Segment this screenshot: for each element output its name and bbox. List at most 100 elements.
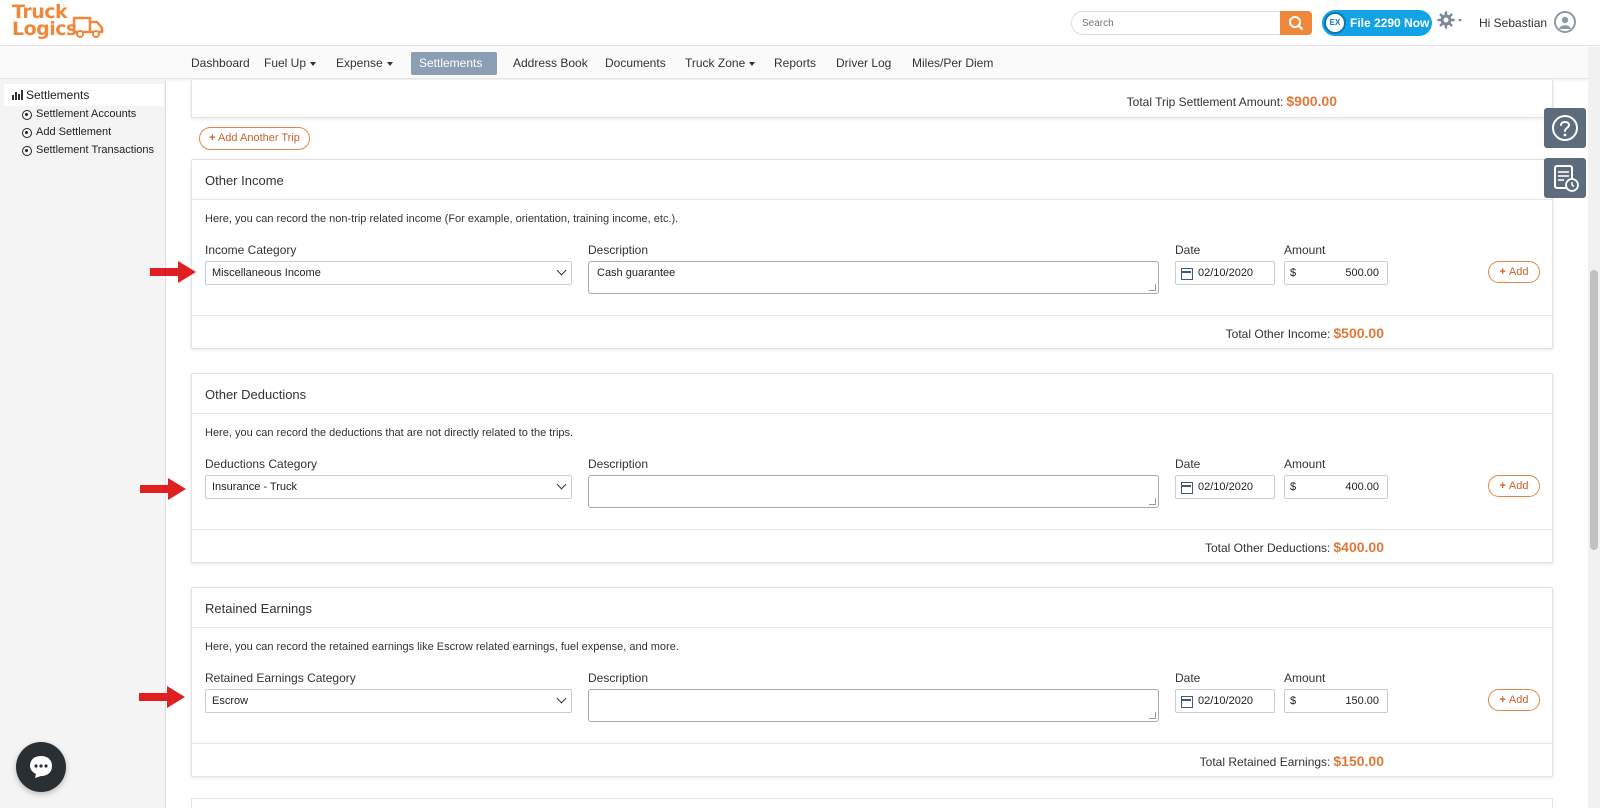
add-another-trip-label: Add Another Trip <box>217 132 300 144</box>
red-arrow-icon <box>150 261 196 283</box>
category-label: Deductions Category <box>205 457 318 471</box>
section-description: Here, you can record the retained earnin… <box>205 641 679 653</box>
search-button[interactable] <box>1280 11 1312 35</box>
nav-label: Settlements <box>419 56 483 70</box>
trip-total-value: $900.00 <box>1286 93 1337 109</box>
scrollbar-thumb[interactable] <box>1590 270 1598 550</box>
search-input[interactable] <box>1071 11 1281 35</box>
sidebar-item-add-settlement[interactable]: Add Settlement <box>22 126 111 138</box>
description-textarea[interactable]: Cash guarantee <box>588 261 1159 294</box>
nav-miles-per-diem[interactable]: Miles/Per Diem <box>904 52 1001 75</box>
date-input[interactable]: 02/10/2020 <box>1175 475 1275 499</box>
nav-settlements[interactable]: Settlements <box>411 52 497 89</box>
truck-logics-logo[interactable]: Truck Logics <box>12 3 104 44</box>
resize-grip-icon <box>1149 498 1156 505</box>
add-deduction-button[interactable]: + Add <box>1488 475 1540 497</box>
description-textarea[interactable] <box>588 475 1159 508</box>
amount-input[interactable]: $500.00 <box>1284 261 1388 285</box>
dollar-sign: $ <box>1290 695 1297 707</box>
amount-input[interactable]: $400.00 <box>1284 475 1388 499</box>
retained-earnings-card: Retained Earnings Here, you can record t… <box>191 587 1553 777</box>
nav-fuel-up[interactable]: Fuel Up <box>256 52 324 75</box>
chevron-down-icon <box>556 265 567 276</box>
nav-label: Miles/Per Diem <box>912 56 994 70</box>
total-label: Total Other Deductions: <box>1204 541 1331 555</box>
section-total: Total Retained Earnings: $150.00 <box>1200 753 1384 769</box>
file-2290-button[interactable]: EX File 2290 Now <box>1322 10 1432 36</box>
plus-icon: + <box>1499 266 1506 278</box>
total-value: $150.00 <box>1333 753 1384 769</box>
help-button[interactable] <box>1544 108 1586 148</box>
income-category-select[interactable]: Miscellaneous Income <box>205 261 572 285</box>
section-description: Here, you can record the deductions that… <box>205 427 574 439</box>
chat-button[interactable] <box>16 742 66 792</box>
resize-grip-icon <box>1149 284 1156 291</box>
logo-line-2: Logics <box>12 18 77 40</box>
caret-down-icon <box>386 61 393 66</box>
add-label: Add <box>1508 266 1529 278</box>
date-label: Date <box>1175 457 1201 471</box>
nav-label: Reports <box>774 56 817 70</box>
section-title: Other Income <box>192 160 1552 200</box>
dollar-sign: $ <box>1290 267 1297 279</box>
calendar-icon <box>1181 268 1193 280</box>
select-value: Insurance - Truck <box>212 481 297 493</box>
description-label: Description <box>588 243 649 257</box>
calendar-icon <box>1181 482 1193 494</box>
date-value: 02/10/2020 <box>1198 267 1254 279</box>
deductions-category-select[interactable]: Insurance - Truck <box>205 475 572 499</box>
plus-icon: + <box>209 132 216 144</box>
nav-reports[interactable]: Reports <box>766 52 824 75</box>
nav-documents[interactable]: Documents <box>597 52 674 75</box>
sidebar-item-settlement-accounts[interactable]: Settlement Accounts <box>22 108 136 120</box>
add-label: Add <box>1508 480 1529 492</box>
other-deductions-card: Other Deductions Here, you can record th… <box>191 373 1553 563</box>
circle-dot-icon <box>22 110 32 120</box>
next-card-edge <box>191 798 1553 808</box>
history-button[interactable] <box>1544 158 1586 198</box>
user-avatar-icon[interactable] <box>1554 11 1576 33</box>
nav-expense[interactable]: Expense <box>328 52 401 75</box>
nav-truck-zone[interactable]: Truck Zone <box>677 52 763 75</box>
description-textarea[interactable] <box>588 689 1159 722</box>
gear-icon <box>1437 11 1462 29</box>
chevron-down-icon <box>556 479 567 490</box>
nav-label: Driver Log <box>836 56 892 70</box>
plus-icon: + <box>1499 480 1506 492</box>
user-icon <box>1559 16 1571 29</box>
user-greeting[interactable]: Hi Sebastian <box>1479 16 1547 30</box>
description-label: Description <box>588 457 649 471</box>
chat-icon <box>30 756 52 778</box>
nav-dashboard[interactable]: Dashboard <box>183 52 258 75</box>
settings-menu[interactable] <box>1437 11 1467 33</box>
category-label: Income Category <box>205 243 297 257</box>
amount-label: Amount <box>1284 457 1326 471</box>
nav-driver-log[interactable]: Driver Log <box>828 52 899 75</box>
add-another-trip-button[interactable]: + Add Another Trip <box>199 127 310 150</box>
nav-label: Documents <box>605 56 666 70</box>
section-description: Here, you can record the non-trip relate… <box>205 213 679 225</box>
add-retained-earning-button[interactable]: + Add <box>1488 689 1540 711</box>
sidebar-item-settlement-transactions[interactable]: Settlement Transactions <box>22 144 154 156</box>
file-2290-label: File 2290 Now <box>1350 16 1430 30</box>
date-input[interactable]: 02/10/2020 <box>1175 261 1275 285</box>
amount-label: Amount <box>1284 243 1326 257</box>
question-icon <box>1552 115 1578 141</box>
circle-dot-icon <box>22 146 32 156</box>
add-income-button[interactable]: + Add <box>1488 261 1540 283</box>
textarea-value: Cash guarantee <box>597 267 676 279</box>
date-input[interactable]: 02/10/2020 <box>1175 689 1275 713</box>
sidebar-title[interactable]: Settlements <box>4 84 164 106</box>
total-value: $500.00 <box>1333 325 1384 341</box>
amount-input[interactable]: $150.00 <box>1284 689 1388 713</box>
add-label: Add <box>1508 694 1529 706</box>
nav-address-book[interactable]: Address Book <box>505 52 596 75</box>
plus-icon: + <box>1499 694 1506 706</box>
section-total: Total Other Deductions: $400.00 <box>1205 539 1384 555</box>
trip-total-label: Total Trip Settlement Amount: <box>1126 95 1284 109</box>
divider <box>192 529 1552 530</box>
expresstrucktax-icon: EX <box>1324 12 1346 34</box>
retained-earnings-category-select[interactable]: Escrow <box>205 689 572 713</box>
nav-label: Dashboard <box>191 56 250 70</box>
total-label: Total Retained Earnings: <box>1199 755 1331 769</box>
